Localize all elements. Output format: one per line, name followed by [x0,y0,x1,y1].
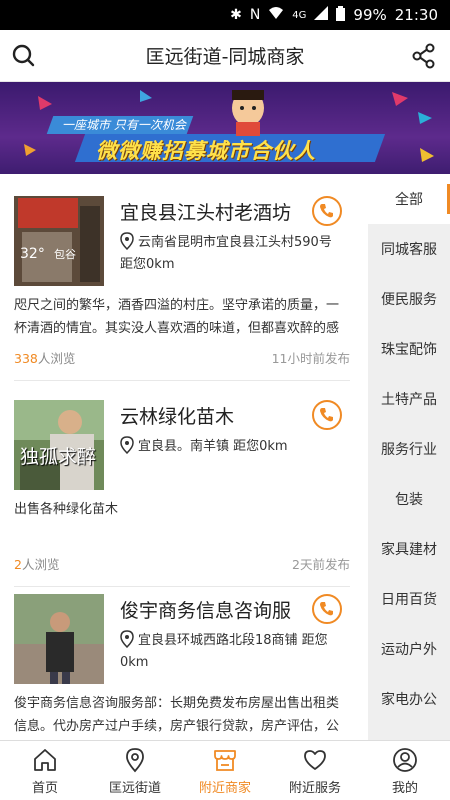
merchant-name[interactable]: 俊宇商务信息咨询服 [120,596,291,623]
nav-nearby-services[interactable]: 附近服务 [270,741,360,800]
merchant-list: 32° 包谷 宜良县江头村老酒坊 云南省昆明市宜良县江头村590号 距您0km … [0,174,368,740]
nav-label: 我的 [391,781,418,796]
nav-label: 首页 [31,781,58,796]
promo-banner[interactable]: 一座城市 只有一次机会 微微赚招募城市合伙人 [0,82,450,174]
mascot-image [232,90,264,136]
svg-text:32°: 32° [20,246,45,262]
signal-icon [314,6,329,24]
app-header: 匡远街道-同城商家 [0,30,450,82]
nav-profile[interactable]: 我的 [360,741,450,800]
bluetooth-icon: ✱ [230,7,242,23]
page-title: 匡远街道-同城商家 [145,46,305,68]
category-item[interactable]: 包装 [368,474,450,524]
store-icon [214,750,236,771]
merchant-thumbnail [14,594,104,684]
user-icon [393,748,417,772]
search-icon [12,44,35,67]
category-item[interactable]: 同城客服 [368,224,450,274]
distance-value: 0km [146,257,175,272]
search-button[interactable] [10,42,38,70]
distance-label: 距您 [120,257,147,272]
category-item[interactable]: 日用百货 [368,574,450,624]
share-button[interactable] [410,42,438,70]
phone-icon [320,204,333,218]
merchant-address: 宜良县环城西路北段18商铺 距您 0km [120,630,352,674]
merchant-description: 俊宇商务信息咨询服务部：长期免费发布房屋出售出租类 信息。代办房产过户手续，房产… [14,696,340,734]
location-pin-icon [120,630,134,648]
nav-street[interactable]: 匡远街道 [90,741,180,800]
network-type: 4G [292,9,307,21]
location-icon [126,748,144,773]
thumbnail-caption: 独孤求醉 [20,446,97,468]
view-count: 338人浏览 [14,351,76,366]
category-item[interactable]: 珠宝配饰 [368,324,450,374]
nav-label: 附近商家 [198,781,251,796]
phone-icon [320,408,333,422]
category-item[interactable]: 家具建材 [368,524,450,574]
list-item[interactable]: 独孤求醉 云林绿化苗木 宜良县。南羊镇 距您0km 出售各种绿化苗木 2人浏览 … [0,394,368,587]
category-all[interactable]: 全部 [368,174,450,224]
category-item[interactable]: 服务行业 [368,424,450,474]
merchant-address: 云南省昆明市宜良县江头村590号 距您0km [120,232,352,276]
list-item[interactable]: 32° 包谷 宜良县江头村老酒坊 云南省昆明市宜良县江头村590号 距您0km … [0,174,368,381]
category-item[interactable]: 便民服务 [368,274,450,324]
divider [14,586,350,587]
publish-time: 2天前发布 [292,557,350,572]
bottom-nav: 首页 匡远街道 附近商家 附近服务 我的 [0,740,450,800]
merchant-thumbnail: 独孤求醉 [14,400,104,490]
svg-text:包谷: 包谷 [54,248,76,261]
merchant-description: 咫尺之间的繁华，酒香四溢的村庄。坚守承诺的质量，一 杯清酒的情宜。其实没人喜欢酒… [14,298,340,336]
banner-slogan-small: 一座城市 只有一次机会 [62,118,186,132]
call-button[interactable] [312,400,342,430]
heart-icon [304,750,326,770]
home-icon [34,749,56,771]
category-item[interactable]: 土特产品 [368,374,450,424]
category-item[interactable]: 家电办公 [368,674,450,724]
location-pin-icon [120,232,134,250]
divider [14,380,350,381]
battery-icon [336,5,346,25]
wifi-icon [268,6,284,24]
merchant-description: 出售各种绿化苗木 [14,502,119,517]
banner-slogan: 微微赚招募城市合伙人 [96,139,316,163]
share-icon [412,43,435,69]
nav-nearby-merchants[interactable]: 附近商家 [180,741,270,800]
status-bar: ✱ N 4G 99% 21:30 [0,0,450,30]
view-count: 2人浏览 [14,557,60,572]
publish-time: 11小时前发布 [271,351,350,366]
battery-percent: 99% [353,6,387,24]
list-item[interactable]: 俊宇商务信息咨询服 宜良县环城西路北段18商铺 距您 0km 俊宇商务信息咨询服… [0,594,368,740]
merchant-name[interactable]: 宜良县江头村老酒坊 [120,198,291,225]
location-pin-icon [120,436,134,454]
nav-home[interactable]: 首页 [0,741,90,800]
nfc-icon: N [249,7,261,23]
call-button[interactable] [312,196,342,226]
call-button[interactable] [312,594,342,624]
nav-label: 附近服务 [288,781,341,796]
phone-icon [320,602,333,616]
clock: 21:30 [394,6,438,24]
merchant-address: 宜良县。南羊镇 距您0km [120,436,352,458]
merchant-name[interactable]: 云林绿化苗木 [120,402,234,429]
category-item[interactable]: 运动户外 [368,624,450,674]
nav-label: 匡远街道 [108,781,161,796]
category-sidebar: 全部 同城客服 便民服务 珠宝配饰 土特产品 服务行业 包装 家具建材 日用百货… [368,174,450,740]
merchant-thumbnail: 32° 包谷 [14,196,104,286]
